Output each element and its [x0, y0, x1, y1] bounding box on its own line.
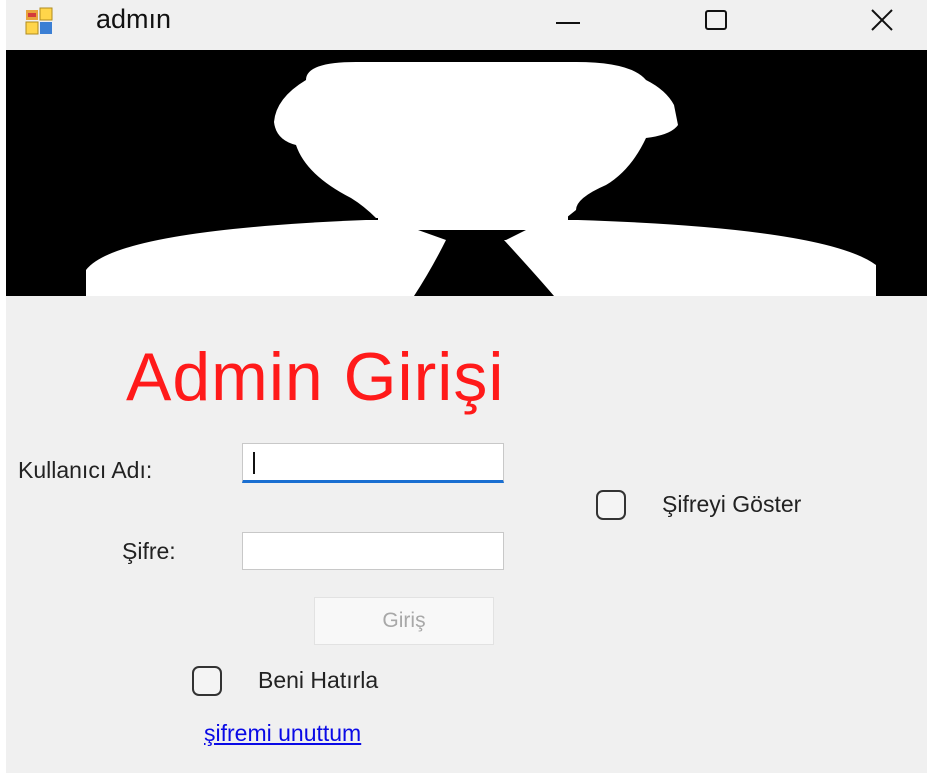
login-button[interactable]: Giriş — [314, 597, 494, 645]
minimize-icon — [556, 22, 580, 24]
login-window: admın Admin Girişi Kullanıcı Adı: Şifrey… — [6, 0, 927, 773]
close-icon — [871, 9, 893, 31]
text-caret — [253, 452, 255, 474]
maximize-icon — [705, 10, 727, 30]
username-input[interactable] — [242, 443, 504, 483]
show-password-label[interactable]: Şifreyi Göster — [662, 491, 801, 518]
close-button[interactable] — [852, 0, 912, 40]
page-title: Admin Girişi — [126, 339, 505, 415]
remember-me-checkbox[interactable] — [192, 666, 222, 696]
forgot-password-link[interactable]: şifremi unuttum — [204, 720, 361, 747]
user-banner — [6, 50, 927, 296]
app-icon — [25, 7, 53, 35]
title-bar[interactable]: admın — [6, 0, 927, 46]
password-label: Şifre: — [122, 538, 176, 564]
password-input[interactable] — [242, 532, 504, 570]
user-silhouette-image — [86, 62, 876, 296]
minimize-button[interactable] — [538, 0, 598, 40]
window-title: admın — [96, 4, 172, 34]
show-password-checkbox[interactable] — [596, 490, 626, 520]
maximize-button[interactable] — [686, 0, 746, 40]
remember-me-label[interactable]: Beni Hatırla — [258, 667, 378, 694]
username-label: Kullanıcı Adı: — [18, 457, 153, 483]
